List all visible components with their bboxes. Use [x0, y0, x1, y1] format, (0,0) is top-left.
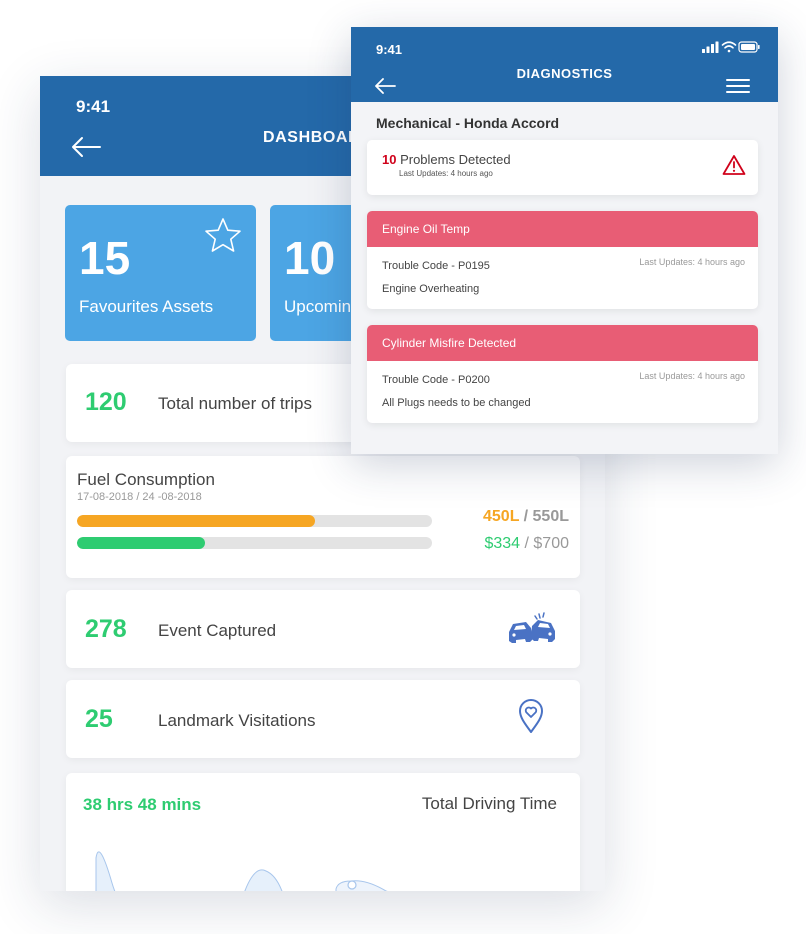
landmarks-card[interactable]: 25 Landmark Visitations	[66, 680, 580, 758]
location-pin-icon	[519, 699, 543, 733]
fuel-cost-value: $334 / $700	[484, 535, 569, 553]
driving-time-label: Total Driving Time	[421, 794, 557, 813]
issue-description: Engine Overheating	[382, 283, 480, 295]
favourites-assets-tile[interactable]: 15 Favourites Assets	[65, 205, 256, 341]
star-icon[interactable]	[204, 217, 242, 253]
fuel-title: Fuel Consumption	[77, 470, 215, 489]
fuel-litres-fill	[77, 515, 315, 527]
favourites-label: Favourites Assets	[79, 297, 214, 316]
events-label: Event Captured	[158, 621, 277, 640]
fuel-cost-used: $334	[484, 535, 521, 552]
fuel-consumption-card[interactable]: Fuel Consumption 17-08-2018 / 24 -08-201…	[66, 456, 580, 578]
fuel-litres-value: 450L / 550L	[483, 508, 569, 526]
issue-updated: Last Updates: 4 hours ago	[639, 257, 745, 267]
diagnostics-screen: 9:41 DIAGNOSTICS Mechanical - Honda Acco…	[351, 27, 778, 454]
signal-icon	[702, 41, 719, 53]
fuel-litres-total: / 550L	[519, 508, 569, 525]
upcoming-count: 10	[284, 232, 336, 284]
fuel-cost-fill	[77, 537, 205, 549]
driving-time-value: 38 hrs 48 mins	[83, 795, 202, 814]
back-arrow-icon[interactable]	[70, 136, 102, 158]
problems-detected: 10 Problems Detected	[382, 152, 511, 167]
landmarks-label: Landmark Visitations	[158, 711, 316, 730]
fuel-litres-bar	[77, 515, 432, 527]
page-title: DIAGNOSTICS	[516, 66, 613, 81]
trips-count: 120	[85, 388, 127, 416]
fuel-date-range: 17-08-2018 / 24 -08-2018	[77, 491, 202, 503]
hamburger-menu-icon[interactable]	[726, 78, 750, 94]
events-card[interactable]: 278 Event Captured	[66, 590, 580, 668]
issue-trouble-code: Trouble Code - P0195	[382, 260, 490, 272]
driving-time-graph	[95, 851, 388, 891]
issue-trouble-code: Trouble Code - P0200	[382, 374, 490, 386]
issue-title: Engine Oil Temp	[367, 211, 758, 247]
issue-title: Cylinder Misfire Detected	[367, 325, 758, 361]
warning-triangle-icon	[722, 155, 746, 175]
status-time: 9:41	[76, 97, 111, 116]
driving-time-card[interactable]: 38 hrs 48 mins Total Driving Time	[66, 773, 580, 891]
trips-label: Total number of trips	[158, 394, 313, 413]
problems-label: Problems Detected	[396, 152, 511, 167]
issue-updated: Last Updates: 4 hours ago	[639, 371, 745, 381]
landmarks-count: 25	[85, 705, 113, 733]
problems-summary-card[interactable]: 10 Problems Detected Last Updates: 4 hou…	[367, 140, 758, 195]
status-time: 9:41	[376, 42, 403, 57]
fuel-cost-bar	[77, 537, 432, 549]
favourites-count: 15	[79, 232, 131, 284]
problems-count: 10	[382, 152, 397, 167]
events-count: 278	[85, 615, 127, 643]
diagnostics-header: 9:41 DIAGNOSTICS	[351, 27, 778, 102]
fuel-litres-used: 450L	[483, 508, 520, 525]
issue-card[interactable]: Cylinder Misfire Detected Trouble Code -…	[367, 325, 758, 423]
battery-icon	[738, 41, 760, 53]
issue-card[interactable]: Engine Oil Temp Trouble Code - P0195 Las…	[367, 211, 758, 309]
wifi-icon	[721, 41, 737, 53]
problems-updated: Last Updates: 4 hours ago	[399, 169, 493, 178]
fuel-cost-total: / $700	[520, 535, 570, 552]
car-collision-icon	[509, 612, 555, 643]
vehicle-name: Mechanical - Honda Accord	[376, 115, 560, 131]
status-bar-icons	[702, 41, 760, 53]
issue-description: All Plugs needs to be changed	[382, 397, 531, 409]
